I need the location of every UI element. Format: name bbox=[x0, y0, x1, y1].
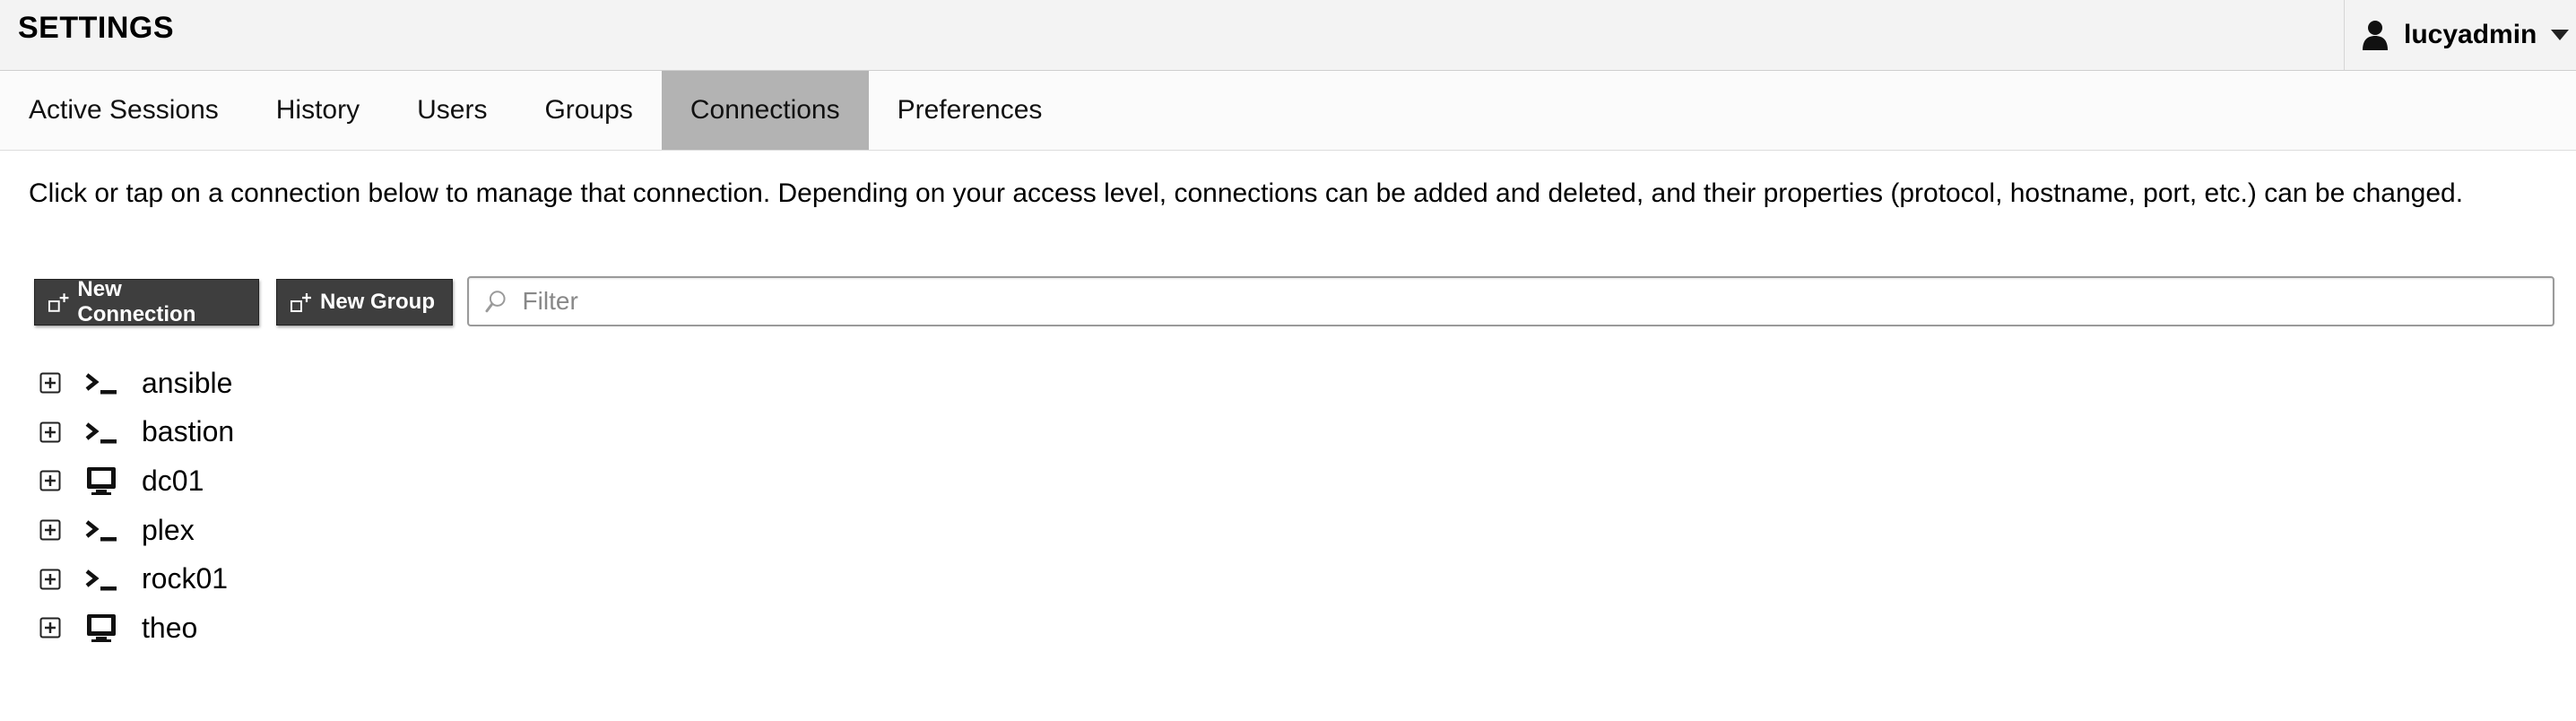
connection-list: ansible bastion dc01 plex rock01 theo bbox=[39, 359, 234, 653]
terminal-icon bbox=[85, 520, 117, 542]
filter-field[interactable] bbox=[467, 276, 2554, 326]
expand-icon[interactable] bbox=[39, 470, 61, 491]
list-item-plex[interactable]: plex bbox=[39, 506, 234, 555]
terminal-icon bbox=[85, 422, 117, 444]
chevron-down-icon bbox=[2551, 30, 2570, 40]
new-group-button[interactable]: New Group bbox=[276, 279, 453, 326]
page-title: SETTINGS bbox=[18, 11, 175, 45]
tab-connections[interactable]: Connections bbox=[661, 71, 869, 150]
tab-groups[interactable]: Groups bbox=[516, 71, 661, 150]
header-bar: SETTINGS lucyadmin bbox=[0, 0, 2576, 71]
tab-preferences[interactable]: Preferences bbox=[869, 71, 1071, 150]
list-item-theo[interactable]: theo bbox=[39, 604, 234, 653]
new-connection-button[interactable]: New Connection bbox=[34, 277, 259, 326]
connection-name: bastion bbox=[142, 415, 235, 448]
terminal-icon bbox=[85, 373, 117, 395]
list-item-bastion[interactable]: bastion bbox=[39, 408, 234, 457]
user-menu[interactable]: lucyadmin bbox=[2344, 0, 2576, 70]
connection-name: plex bbox=[142, 513, 195, 546]
filter-input[interactable] bbox=[520, 286, 2553, 317]
terminal-icon bbox=[85, 569, 117, 591]
expand-icon[interactable] bbox=[39, 372, 61, 394]
search-icon bbox=[485, 291, 506, 313]
add-group-icon bbox=[291, 293, 311, 312]
expand-icon[interactable] bbox=[39, 519, 61, 541]
list-item-ansible[interactable]: ansible bbox=[39, 359, 234, 408]
list-item-dc01[interactable]: dc01 bbox=[39, 456, 234, 506]
list-item-rock01[interactable]: rock01 bbox=[39, 554, 234, 604]
tab-history[interactable]: History bbox=[247, 71, 388, 150]
connection-name: ansible bbox=[142, 366, 233, 399]
new-group-label: New Group bbox=[320, 290, 436, 314]
connection-name: rock01 bbox=[142, 562, 229, 595]
expand-icon[interactable] bbox=[39, 569, 61, 590]
monitor-icon bbox=[87, 467, 116, 496]
tab-users[interactable]: Users bbox=[388, 71, 516, 150]
add-connection-icon bbox=[48, 293, 69, 312]
settings-tabs: Active Sessions History Users Groups Con… bbox=[0, 71, 2576, 151]
connections-toolbar: New Connection New Group bbox=[34, 276, 2554, 326]
connection-name: dc01 bbox=[142, 464, 204, 497]
expand-icon[interactable] bbox=[39, 421, 61, 443]
expand-icon[interactable] bbox=[39, 617, 61, 638]
user-name: lucyadmin bbox=[2404, 20, 2537, 49]
connection-name: theo bbox=[142, 611, 198, 644]
monitor-icon bbox=[87, 614, 116, 643]
user-icon bbox=[2363, 21, 2388, 50]
page-description: Click or tap on a connection below to ma… bbox=[29, 178, 2464, 208]
tab-active-sessions[interactable]: Active Sessions bbox=[0, 71, 247, 150]
new-connection-label: New Connection bbox=[77, 277, 196, 326]
